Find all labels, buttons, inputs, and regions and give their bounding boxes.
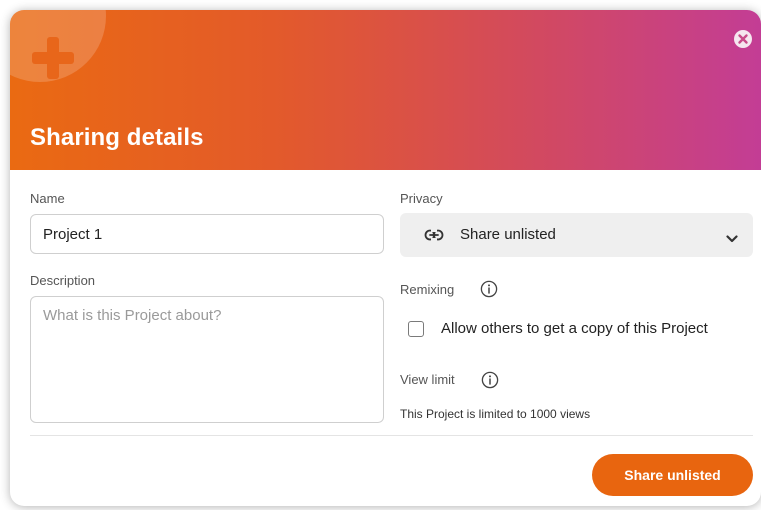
- privacy-label: Privacy: [400, 191, 443, 206]
- allow-copy-checkbox[interactable]: [408, 321, 424, 337]
- allow-copy-label[interactable]: Allow others to get a copy of this Proje…: [441, 320, 708, 337]
- share-unlisted-button[interactable]: Share unlisted: [592, 454, 753, 496]
- view-limit-info-icon[interactable]: [481, 371, 499, 389]
- privacy-dropdown[interactable]: Share unlisted: [400, 213, 753, 257]
- dialog-title: Sharing details: [30, 124, 204, 151]
- plus-icon: [32, 37, 74, 79]
- description-input[interactable]: [30, 296, 384, 423]
- remixing-label: Remixing: [400, 282, 455, 297]
- sharing-dialog: Sharing details Name Description Privacy…: [10, 10, 761, 506]
- view-limit-label: View limit: [400, 372, 455, 387]
- name-input[interactable]: [30, 214, 384, 254]
- chevron-down-icon: [726, 230, 738, 248]
- remixing-info-icon[interactable]: [480, 280, 498, 298]
- name-label: Name: [30, 191, 65, 206]
- close-icon[interactable]: [734, 30, 752, 48]
- description-label: Description: [30, 273, 96, 288]
- link-icon: [424, 228, 444, 247]
- privacy-selected-value: Share unlisted: [460, 226, 556, 243]
- footer-divider: [30, 435, 753, 436]
- dialog-header: Sharing details: [10, 10, 761, 170]
- view-limit-text: This Project is limited to 1000 views: [400, 407, 591, 421]
